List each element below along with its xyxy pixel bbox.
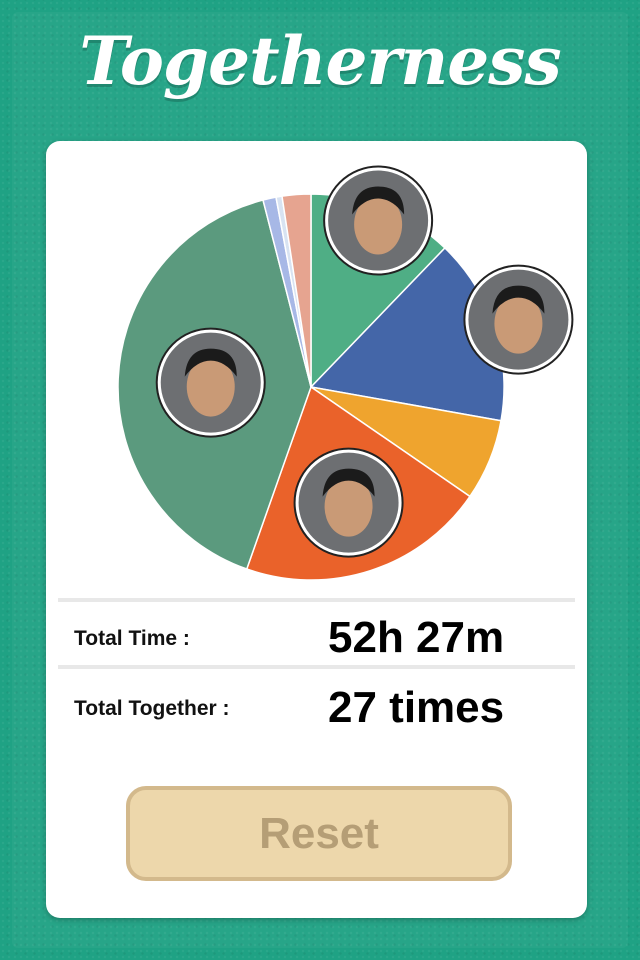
avatar-friend-4[interactable] xyxy=(155,327,266,438)
pie-chart xyxy=(117,165,574,581)
avatar-friend-1[interactable] xyxy=(323,165,434,276)
total-together-value: 27 times xyxy=(328,683,505,732)
divider-top xyxy=(58,598,575,602)
reset-button[interactable]: Reset xyxy=(126,786,512,881)
avatar-friend-3[interactable] xyxy=(293,447,404,558)
divider-middle xyxy=(58,665,575,669)
total-together-label: Total Together : xyxy=(74,697,230,720)
avatar-friend-2[interactable] xyxy=(463,264,574,375)
total-time-label: Total Time : xyxy=(74,627,190,650)
app-title: Togetherness xyxy=(79,22,561,100)
total-time-value: 52h 27m xyxy=(328,613,505,662)
stats-card: Total Time : 52h 27m Total Together : 27… xyxy=(46,141,587,918)
